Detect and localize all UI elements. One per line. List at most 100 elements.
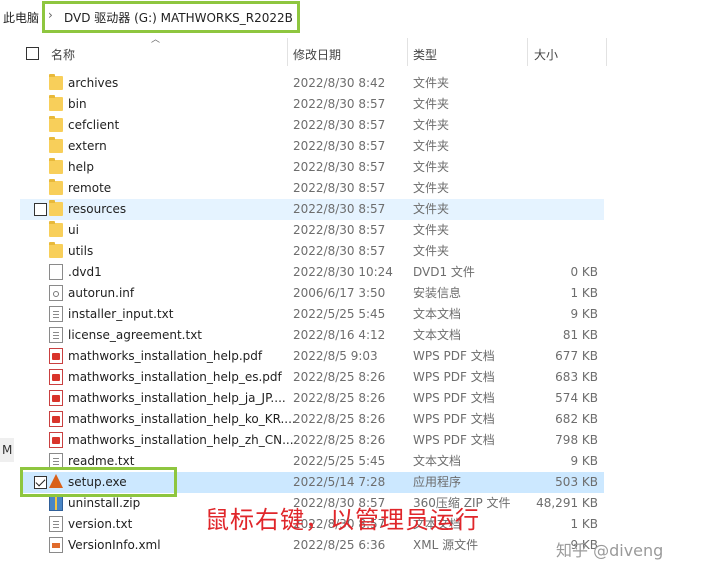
zip-icon [49,495,63,511]
file-row[interactable]: remote 2022/8/30 8:57 文件夹 [20,178,604,199]
file-date: 2022/5/25 5:45 [293,307,386,321]
file-name: uninstall.zip [68,496,141,510]
file-type: WPS PDF 文档 [413,433,495,447]
file-size: 48,291 KB [536,496,598,510]
file-type: WPS PDF 文档 [413,412,495,426]
sort-ascending-icon: ︿ [151,35,161,45]
address-bar[interactable]: 此电脑 › DVD 驱动器 (G:) MATHWORKS_R2022B [0,0,703,34]
file-row[interactable]: autorun.inf 2006/6/17 3:50 安装信息 1 KB [20,283,604,304]
file-type: 文本文档 [413,454,462,468]
pdf-icon [49,411,63,427]
setup-highlight-box [20,467,177,497]
file-icon [49,264,63,280]
file-date: 2022/8/30 8:57 [293,160,386,174]
folder-icon [49,158,63,174]
file-size: 682 KB [555,412,598,426]
file-row[interactable]: cefclient 2022/8/30 8:57 文件夹 [20,115,604,136]
file-type: 文件夹 [413,202,450,216]
file-row[interactable]: extern 2022/8/30 8:57 文件夹 [20,136,604,157]
file-type: 文件夹 [413,181,450,195]
file-type: WPS PDF 文档 [413,370,495,384]
folder-icon [49,221,63,237]
file-date: 2022/5/25 5:45 [293,454,386,468]
breadcrumb-this-pc[interactable]: 此电脑 [3,9,39,26]
file-name: mathworks_installation_help.pdf [68,349,263,363]
column-header: 名称 修改日期 类型 大小 [0,38,610,66]
file-row[interactable]: mathworks_installation_help_ja_JP.... 202… [20,388,604,409]
file-date: 2022/8/5 9:03 [293,349,378,363]
column-divider[interactable] [606,38,607,66]
column-header-type[interactable]: 类型 [413,46,437,63]
file-name: license_agreement.txt [68,328,203,342]
select-all-checkbox[interactable] [26,47,39,60]
file-date: 2022/8/30 8:57 [293,223,386,237]
file-row[interactable]: installer_input.txt 2022/5/25 5:45 文本文档 9 K… [20,304,604,325]
file-name: cefclient [68,118,120,132]
file-name: mathworks_installation_help_es.pdf [68,370,282,384]
file-row[interactable]: bin 2022/8/30 8:57 文件夹 [20,94,604,115]
text-file-icon [49,306,63,322]
file-size: 1 KB [570,517,598,531]
file-type: 文件夹 [413,160,450,174]
folder-icon [49,74,63,90]
file-name: bin [68,97,87,111]
file-name: version.txt [68,517,133,531]
file-type: 应用程序 [413,475,462,489]
file-date: 2006/6/17 3:50 [293,286,386,300]
pdf-icon [49,390,63,406]
column-divider[interactable] [287,38,288,66]
file-size: 677 KB [555,349,598,363]
file-name: help [68,160,94,174]
file-date: 2022/8/16 4:12 [293,328,386,342]
file-name: archives [68,76,119,90]
settings-file-icon [49,285,63,301]
file-size: 798 KB [555,433,598,447]
file-type: XML 源文件 [413,538,479,552]
file-row[interactable]: license_agreement.txt 2022/8/16 4:12 文本文档 8… [20,325,604,346]
file-type: DVD1 文件 [413,265,475,279]
column-header-name[interactable]: 名称 [51,46,75,63]
folder-icon [49,200,63,216]
file-row[interactable]: mathworks_installation_help_ko_KR.... 202… [20,409,604,430]
column-header-size[interactable]: 大小 [534,46,558,63]
file-type: 文件夹 [413,223,450,237]
file-size: 81 KB [562,328,598,342]
file-size: 503 KB [555,475,598,489]
file-type: 文本文档 [413,328,462,342]
file-row[interactable]: ui 2022/8/30 8:57 文件夹 [20,220,604,241]
folder-icon [49,137,63,153]
file-date: 2022/8/30 8:57 [293,118,386,132]
file-size: 574 KB [555,391,598,405]
file-row[interactable]: mathworks_installation_help.pdf 2022/8/5 … [20,346,604,367]
file-type: 文件夹 [413,244,450,258]
file-row[interactable]: resources 2022/8/30 8:57 文件夹 [20,199,604,220]
file-row[interactable]: mathworks_installation_help_zh_CN.... 202… [20,430,604,451]
file-size: 9 KB [570,307,598,321]
file-row[interactable]: VersionInfo.xml 2022/8/25 6:36 XML 源文件 9 KB [20,535,604,556]
column-divider[interactable] [407,38,408,66]
watermark: 知乎 @diveng [556,541,664,560]
file-date: 2022/8/30 8:57 [293,244,386,258]
file-row[interactable]: .dvd1 2022/8/30 10:24 DVD1 文件 0 KB [20,262,604,283]
column-header-date[interactable]: 修改日期 [293,46,341,63]
pdf-icon [49,348,63,364]
pdf-icon [49,369,63,385]
column-divider[interactable] [527,38,528,66]
file-size: 9 KB [570,454,598,468]
folder-icon [49,179,63,195]
row-checkbox[interactable] [34,203,47,216]
file-size: 683 KB [555,370,598,384]
text-file-icon [49,327,63,343]
file-row[interactable]: archives 2022/8/30 8:42 文件夹 [20,73,604,94]
breadcrumb-highlight-box [42,1,300,33]
file-name: ui [68,223,79,237]
file-size: 1 KB [570,286,598,300]
file-date: 2022/8/30 8:42 [293,76,386,90]
file-row[interactable]: help 2022/8/30 8:57 文件夹 [20,157,604,178]
file-name: .dvd1 [68,265,102,279]
folder-icon [49,95,63,111]
file-date: 2022/8/25 8:26 [293,370,386,384]
file-row[interactable]: mathworks_installation_help_es.pdf 2022/8… [20,367,604,388]
file-date: 2022/8/25 8:26 [293,412,386,426]
file-row[interactable]: utils 2022/8/30 8:57 文件夹 [20,241,604,262]
